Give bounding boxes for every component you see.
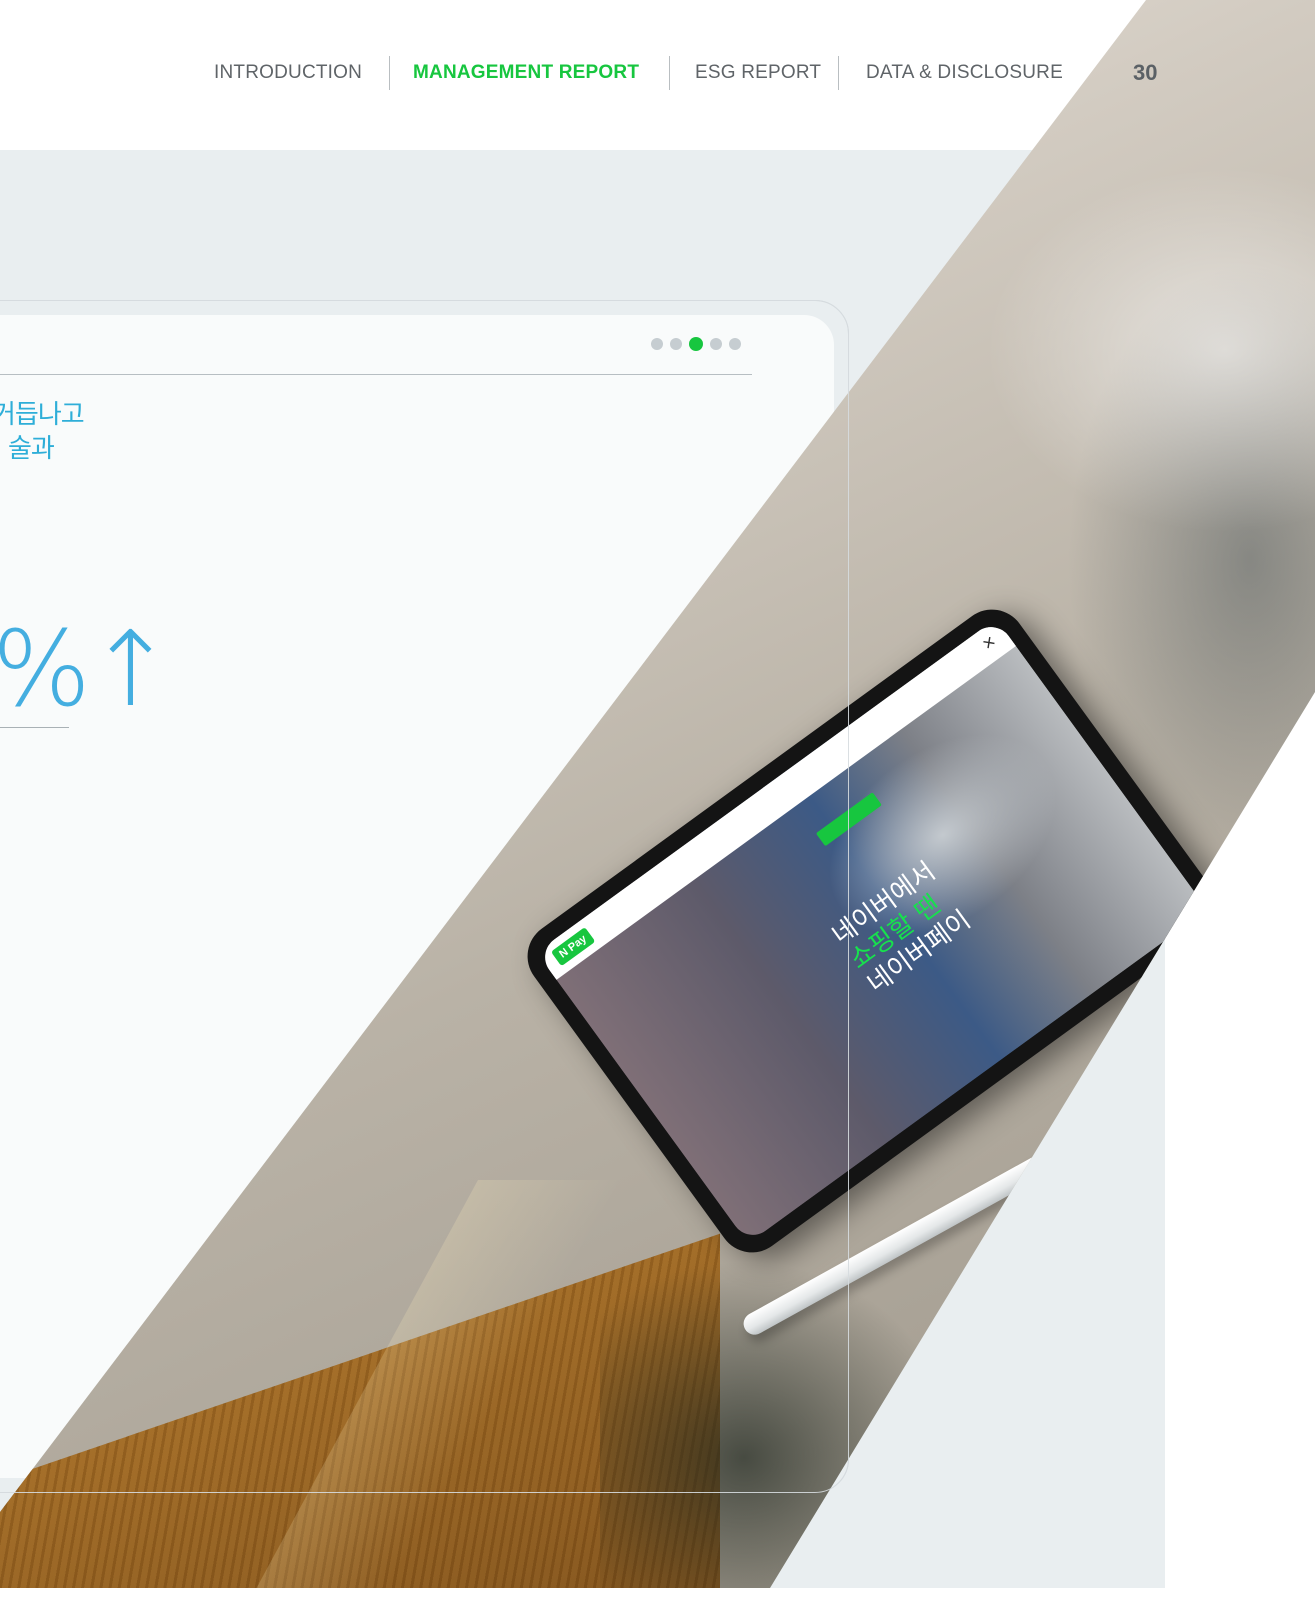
nav-item-data-disclosure[interactable]: DATA & DISCLOSURE [866, 62, 1063, 84]
card-headline: 거듭나고 술과 [0, 398, 85, 466]
top-navigation: INTRODUCTION MANAGEMENT REPORT ESG REPOR… [0, 56, 1315, 96]
headline-line-2: 술과 [8, 434, 55, 464]
pager-dot-4[interactable] [710, 338, 722, 350]
pager-dot-5[interactable] [729, 338, 741, 350]
slide-pager [651, 337, 741, 351]
page-number: 30 [1133, 60, 1158, 85]
screen-pay-button [815, 792, 882, 847]
stat-value: %↑ [0, 608, 174, 730]
nav-divider [669, 56, 670, 90]
nav-item-introduction[interactable]: INTRODUCTION [214, 62, 362, 84]
pager-dot-2[interactable] [670, 338, 682, 350]
pager-dot-3-active[interactable] [689, 337, 703, 351]
headline-line-1: 거듭나고 [0, 400, 85, 430]
pager-dot-1[interactable] [651, 338, 663, 350]
screen-ad-text: 네이버에서 쇼핑할 땐 네이버페이 [827, 856, 977, 999]
nav-item-esg-report[interactable]: ESG REPORT [695, 62, 821, 84]
nav-divider [389, 56, 390, 90]
stat-underline [0, 727, 69, 728]
npay-logo: N Pay [550, 927, 596, 967]
nav-divider [838, 56, 839, 90]
card-divider [0, 374, 752, 375]
nav-item-management-report[interactable]: MANAGEMENT REPORT [413, 62, 639, 84]
close-icon: × [978, 630, 1001, 656]
